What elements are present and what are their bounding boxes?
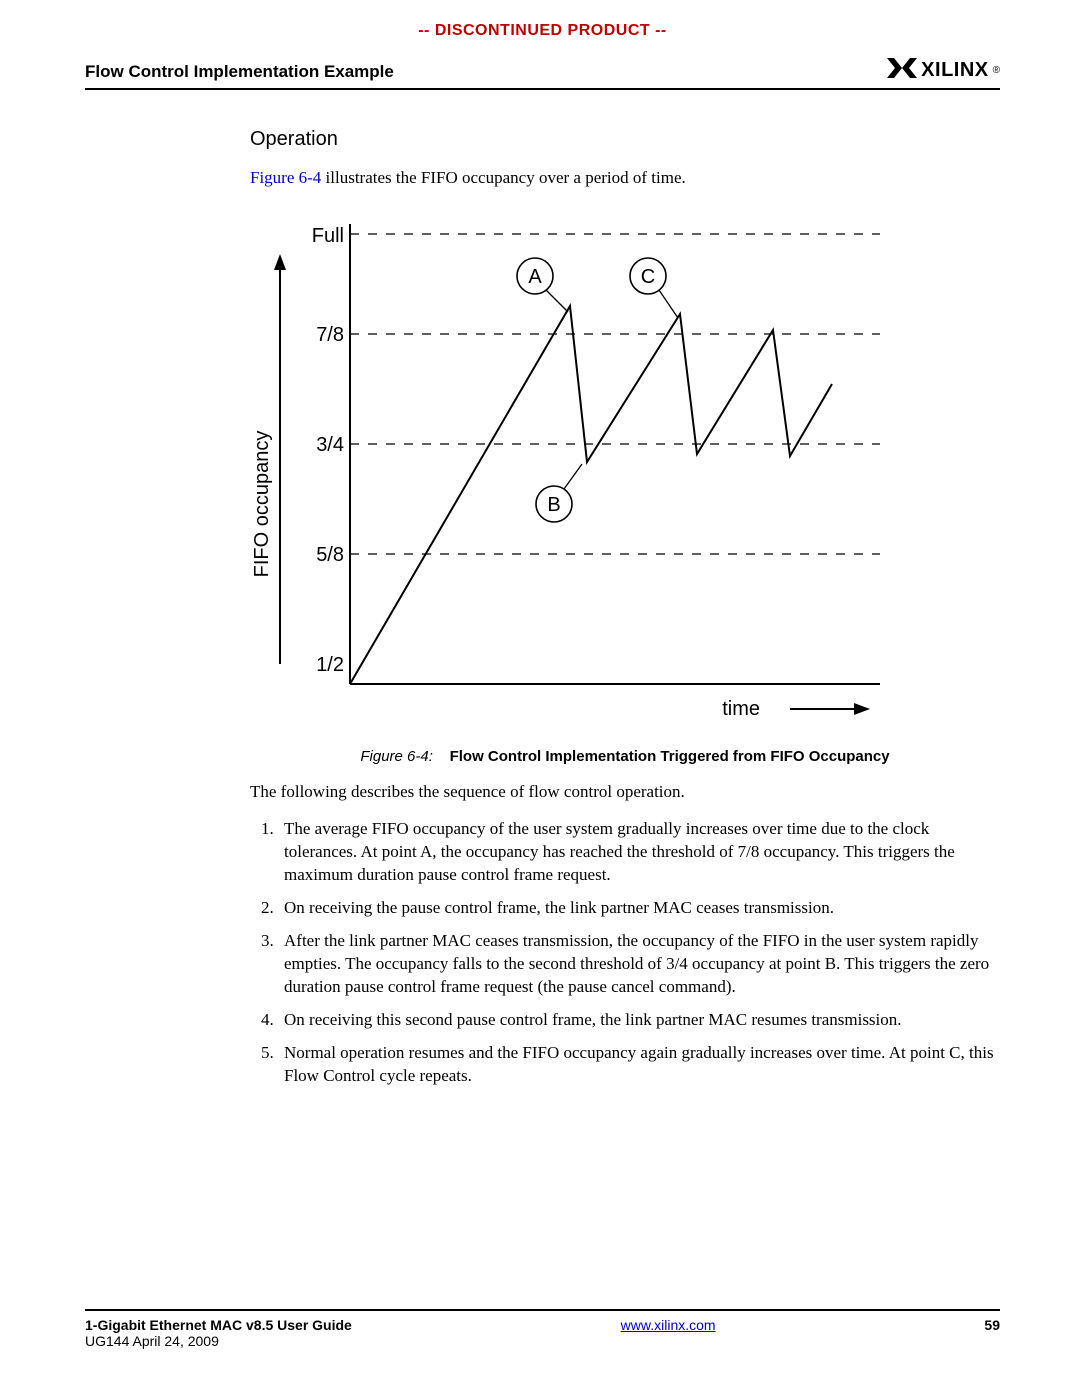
step-5: Normal operation resumes and the FIFO oc… [278, 1042, 1000, 1088]
tick-34: 3/4 [316, 434, 344, 456]
page-header: Flow Control Implementation Example XILI… [85, 58, 1000, 90]
logo-reg: ® [993, 65, 1000, 76]
logo-text: XILINX [921, 59, 988, 82]
figure-label: Figure 6-4: [360, 748, 433, 765]
operation-heading: Operation [250, 126, 1000, 153]
annotation-C: C [641, 266, 655, 288]
x-axis-label: time [722, 698, 760, 720]
annotation-A: A [528, 266, 542, 288]
tick-full: Full [312, 225, 344, 247]
step-4: On receiving this second pause control f… [278, 1009, 1000, 1032]
figure-caption: Figure 6-4: Flow Control Implementation … [250, 747, 1000, 767]
intro-text: illustrates the FIFO occupancy over a pe… [321, 168, 685, 187]
tick-58: 5/8 [316, 544, 344, 566]
annotation-B: B [547, 494, 560, 516]
section-title: Flow Control Implementation Example [85, 62, 394, 82]
sequence-intro: The following describes the sequence of … [250, 781, 1000, 804]
discontinued-banner: -- DISCONTINUED PRODUCT -- [85, 22, 1000, 40]
tick-12: 1/2 [316, 654, 344, 676]
intro-paragraph: Figure 6-4 illustrates the FIFO occupanc… [250, 167, 1000, 190]
page-number: 59 [984, 1317, 1000, 1349]
figure-6-4: FIFO occupancy time Full 7/8 [250, 204, 1000, 767]
tick-78: 7/8 [316, 324, 344, 346]
steps-list: The average FIFO occupancy of the user s… [250, 818, 1000, 1087]
page-footer: 1-Gigabit Ethernet MAC v8.5 User Guide U… [85, 1309, 1000, 1349]
step-2: On receiving the pause control frame, th… [278, 897, 1000, 920]
footer-doc-sub: UG144 April 24, 2009 [85, 1333, 352, 1349]
step-3: After the link partner MAC ceases transm… [278, 930, 1000, 999]
xilinx-icon [887, 58, 917, 82]
footer-url[interactable]: www.xilinx.com [621, 1317, 716, 1333]
content-area: Operation Figure 6-4 illustrates the FIF… [250, 126, 1000, 1087]
fifo-occupancy-chart: FIFO occupancy time Full 7/8 [250, 204, 890, 734]
figure-title: Flow Control Implementation Triggered fr… [450, 748, 890, 765]
figure-link[interactable]: Figure 6-4 [250, 168, 321, 187]
y-axis-label: FIFO occupancy [251, 431, 273, 578]
footer-doc-title: 1-Gigabit Ethernet MAC v8.5 User Guide [85, 1317, 352, 1333]
xilinx-logo: XILINX ® [887, 58, 1000, 82]
step-1: The average FIFO occupancy of the user s… [278, 818, 1000, 887]
